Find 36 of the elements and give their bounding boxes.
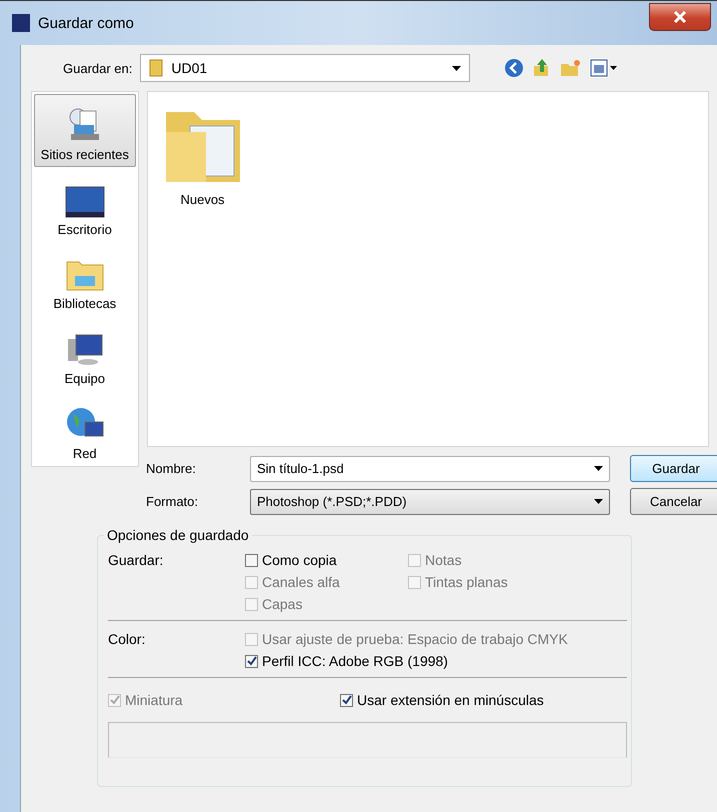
app-icon bbox=[12, 14, 30, 32]
save-label: Guardar: bbox=[108, 552, 164, 568]
computer-icon bbox=[66, 333, 104, 368]
name-field[interactable]: Sin título-1.psd bbox=[250, 456, 610, 482]
window-title: Guardar como bbox=[38, 14, 134, 32]
back-icon[interactable] bbox=[504, 58, 524, 78]
sidebar-item[interactable]: Bibliotecas bbox=[34, 246, 136, 316]
format-label: Formato: bbox=[146, 494, 200, 509]
checkmark-icon bbox=[342, 695, 352, 705]
sidebar-item[interactable]: Red bbox=[34, 395, 136, 466]
checkbox[interactable]: Usar extensión en minúsculas bbox=[340, 692, 621, 708]
cancel-button[interactable]: Cancelar bbox=[630, 488, 717, 515]
sidebar-item[interactable]: Escritorio bbox=[34, 170, 136, 242]
view-menu-icon[interactable] bbox=[590, 59, 618, 77]
close-icon bbox=[673, 11, 687, 23]
color-label: Color: bbox=[108, 631, 146, 647]
save-in-dropdown[interactable]: UD01 bbox=[140, 54, 470, 82]
save-in-label: Guardar en: bbox=[63, 60, 132, 76]
dropdown-arrow-icon bbox=[452, 66, 462, 70]
close-button[interactable] bbox=[649, 3, 711, 31]
file-item[interactable]: Nuevos bbox=[160, 102, 246, 207]
save-button[interactable]: Guardar bbox=[630, 455, 717, 482]
checkbox[interactable]: Perfil ICC: Adobe RGB (1998) bbox=[245, 653, 627, 669]
checkbox[interactable]: Como copia bbox=[245, 552, 408, 568]
name-label: Nombre: bbox=[146, 461, 197, 476]
group-title: Opciones de guardado bbox=[104, 527, 252, 543]
checkmark-icon bbox=[246, 656, 256, 666]
sidebar-item[interactable]: Sitios recientes bbox=[34, 94, 136, 167]
recent-places-icon bbox=[68, 106, 102, 143]
folder-icon bbox=[149, 59, 164, 77]
format-dropdown[interactable]: Photoshop (*.PSD;*.PDD) bbox=[250, 488, 610, 514]
checkmark-icon bbox=[110, 695, 120, 705]
dropdown-arrow-icon bbox=[594, 499, 603, 504]
sidebar-item[interactable]: Equipo bbox=[34, 320, 136, 392]
dropdown-arrow-icon bbox=[594, 466, 603, 471]
desktop-icon bbox=[64, 186, 105, 218]
